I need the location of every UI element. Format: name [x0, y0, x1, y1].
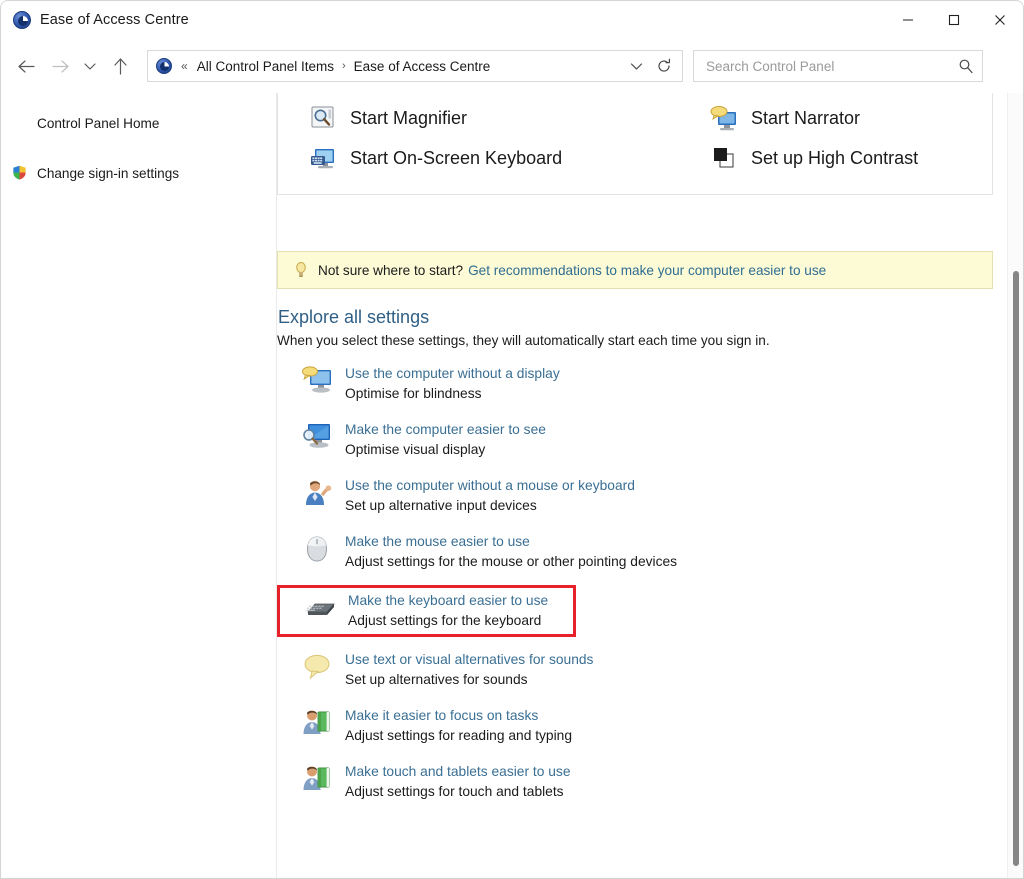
navigation-toolbar: « All Control Panel Items › Ease of Acce…	[1, 39, 1023, 93]
tip-text: Not sure where to start?	[318, 262, 464, 278]
scrollbar-thumb[interactable]	[1013, 271, 1019, 866]
breadcrumb-item-all-control-panel-items[interactable]: All Control Panel Items	[194, 57, 337, 76]
breadcrumb-separator: ›	[342, 60, 346, 72]
setting-description: Adjust settings for reading and typing	[345, 728, 573, 743]
setting-link[interactable]: Use the computer without a display	[345, 364, 560, 383]
uac-shield-icon	[11, 164, 29, 182]
chevron-down-icon[interactable]	[622, 52, 650, 80]
magnifier-icon	[308, 103, 338, 133]
setting-link[interactable]: Make the mouse easier to use	[345, 532, 677, 551]
onscreen-keyboard-icon	[308, 143, 338, 173]
section-subheading: When you select these settings, they wil…	[277, 333, 770, 348]
mouse-icon	[301, 534, 333, 568]
ease-of-access-icon	[13, 11, 31, 29]
maximize-button[interactable]	[931, 1, 977, 39]
setting-make-it-easier-to-focus-on-tasks[interactable]: Make it easier to focus on tasks Adjust …	[277, 706, 993, 747]
tip-link[interactable]: Get recommendations to make your compute…	[468, 263, 826, 278]
minimize-button[interactable]	[885, 1, 931, 39]
refresh-icon[interactable]	[650, 52, 678, 80]
recent-locations-button[interactable]	[77, 49, 103, 83]
sidebar: Control Panel Home Change sign-in settin…	[1, 93, 277, 878]
high-contrast-icon	[709, 143, 739, 173]
sidebar-item-control-panel-home[interactable]: Control Panel Home	[1, 109, 276, 137]
speech-bubble-icon	[301, 652, 333, 686]
setting-description: Adjust settings for the mouse or other p…	[345, 554, 678, 569]
action-set-up-high-contrast[interactable]: Set up High Contrast	[635, 138, 992, 178]
quick-access-actions: Start Magnifier Start Narrator Start On-…	[278, 93, 992, 194]
lightbulb-icon	[294, 261, 308, 279]
breadcrumb-item-ease-of-access-centre[interactable]: Ease of Access Centre	[351, 57, 494, 76]
action-label: Start On-Screen Keyboard	[350, 147, 563, 168]
sidebar-item-label: Change sign-in settings	[37, 165, 180, 181]
sidebar-item-change-sign-in-settings[interactable]: Change sign-in settings	[1, 159, 276, 187]
search-icon[interactable]	[958, 58, 974, 74]
person-book-icon	[301, 708, 333, 742]
person-book-icon	[301, 764, 333, 798]
close-button[interactable]	[977, 1, 1023, 39]
setting-make-computer-easier-to-see[interactable]: Make the computer easier to see Optimise…	[277, 420, 993, 461]
title-bar: Ease of Access Centre	[1, 1, 1023, 39]
window-controls	[885, 1, 1023, 39]
setting-use-computer-without-mouse-or-keyboard[interactable]: Use the computer without a mouse or keyb…	[277, 476, 993, 517]
setting-use-computer-without-display[interactable]: Use the computer without a display Optim…	[277, 364, 993, 405]
forward-button[interactable]	[43, 49, 77, 83]
setting-link[interactable]: Make the computer easier to see	[345, 420, 546, 439]
content-pane: Always read this section aloud Always sc…	[277, 93, 1023, 878]
setting-description: Set up alternative input devices	[345, 498, 537, 513]
control-panel-window: Ease of Access Centre « All Control Pane…	[0, 0, 1024, 879]
setting-make-mouse-easier-to-use[interactable]: Make the mouse easier to use Adjust sett…	[277, 532, 993, 573]
address-bar-icon	[156, 58, 172, 74]
setting-make-keyboard-easier-to-use[interactable]: Make the keyboard easier to use Adjust s…	[277, 585, 576, 637]
setting-use-text-or-visual-alternatives-for-sounds[interactable]: Use text or visual alternatives for soun…	[277, 650, 993, 691]
monitor-magnifier-icon	[301, 422, 333, 456]
setting-link[interactable]: Use the computer without a mouse or keyb…	[345, 476, 635, 495]
setting-description: Adjust settings for the keyboard	[348, 613, 542, 628]
setting-description: Set up alternatives for sounds	[345, 672, 528, 687]
action-start-narrator[interactable]: Start Narrator	[635, 98, 992, 138]
setting-link[interactable]: Make the keyboard easier to use	[348, 591, 548, 610]
section-heading: Explore all settings	[278, 307, 430, 327]
action-start-magnifier[interactable]: Start Magnifier	[278, 98, 635, 138]
vertical-scrollbar[interactable]	[1007, 93, 1023, 878]
tip-bar: Not sure where to start? Get recommendat…	[277, 251, 993, 289]
narrator-icon	[709, 103, 739, 133]
search-box[interactable]	[693, 50, 983, 82]
window-title: Ease of Access Centre	[40, 12, 189, 28]
search-input[interactable]	[704, 57, 958, 75]
window-body: Control Panel Home Change sign-in settin…	[1, 93, 1023, 878]
setting-make-touch-and-tablets-easier-to-use[interactable]: Make touch and tablets easier to use Adj…	[277, 762, 993, 803]
setting-description: Adjust settings for touch and tablets	[345, 784, 564, 799]
up-button[interactable]	[103, 49, 137, 83]
person-wave-icon	[301, 478, 333, 512]
sidebar-item-label: Control Panel Home	[37, 115, 160, 131]
keyboard-icon	[304, 593, 336, 627]
quick-access-panel: Always read this section aloud Always sc…	[277, 93, 993, 195]
setting-link[interactable]: Make it easier to focus on tasks	[345, 706, 572, 725]
action-label: Set up High Contrast	[751, 147, 919, 168]
setting-link[interactable]: Make touch and tablets easier to use	[345, 762, 571, 781]
setting-description: Optimise visual display	[345, 442, 486, 457]
action-start-onscreen-keyboard[interactable]: Start On-Screen Keyboard	[278, 138, 635, 178]
back-button[interactable]	[9, 49, 43, 83]
setting-link[interactable]: Use text or visual alternatives for soun…	[345, 650, 593, 669]
action-label: Start Narrator	[751, 107, 861, 128]
address-bar[interactable]: « All Control Panel Items › Ease of Acce…	[147, 50, 683, 82]
setting-description: Optimise for blindness	[345, 386, 482, 401]
display-narrator-icon	[301, 366, 333, 400]
explore-all-settings-section: Explore all settings When you select the…	[277, 307, 993, 818]
action-label: Start Magnifier	[350, 107, 468, 128]
breadcrumb-overflow[interactable]: «	[181, 59, 188, 73]
